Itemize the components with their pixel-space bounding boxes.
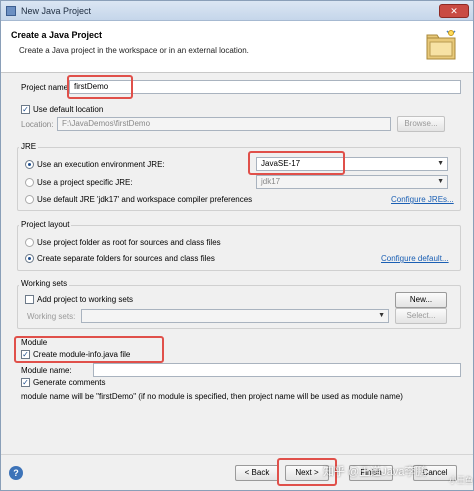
module-info-text: module name will be "firstDemo" (if no m… <box>21 392 403 401</box>
jre-specific-combo[interactable]: jdk17 ▼ <box>256 175 448 189</box>
location-label: Location: <box>21 120 54 129</box>
module-highlight <box>14 336 164 363</box>
project-layout-group <box>17 225 461 271</box>
jre-default-radio[interactable] <box>25 195 34 204</box>
wizard-description: Create a Java project in the workspace o… <box>19 46 249 55</box>
watermark-corner: 小王鱼 <box>449 476 473 485</box>
generate-comments-label: Generate comments <box>33 378 106 387</box>
use-default-location-checkbox[interactable]: ✓ <box>21 105 30 114</box>
project-name-highlight <box>67 75 133 99</box>
browse-button[interactable]: Browse... <box>397 116 445 132</box>
help-icon[interactable]: ? <box>9 466 23 480</box>
window-title: New Java Project <box>21 6 92 16</box>
dropdown-arrow-icon: ▼ <box>378 312 385 319</box>
eclipse-window-icon <box>6 6 16 16</box>
jre-specific-value: jdk17 <box>261 177 281 186</box>
layout-separate-label: Create separate folders for sources and … <box>37 254 215 263</box>
layout-separate-radio[interactable] <box>25 254 34 263</box>
use-default-location-label: Use default location <box>33 105 104 114</box>
add-to-working-sets-checkbox[interactable] <box>25 295 34 304</box>
layout-root-radio[interactable] <box>25 238 34 247</box>
dropdown-arrow-icon: ▼ <box>437 160 444 167</box>
project-layout-title: Project layout <box>19 220 72 229</box>
configure-default-link[interactable]: Configure default... <box>381 254 449 263</box>
new-working-set-button[interactable]: New... <box>395 292 447 308</box>
location-field[interactable]: F:\JavaDemos\firstDemo <box>57 117 391 131</box>
jre-default-label: Use default JRE 'jdk17' and workspace co… <box>37 195 253 204</box>
wizard-content: Project name: firstDemo ✓ Use default lo… <box>1 74 473 454</box>
working-sets-label: Working sets: <box>27 312 76 321</box>
module-name-label: Module name: <box>21 366 72 375</box>
dropdown-arrow-icon: ▼ <box>437 178 444 185</box>
title-bar: New Java Project ✕ <box>1 1 473 21</box>
back-button[interactable]: < Back <box>235 465 279 481</box>
module-name-field[interactable] <box>93 363 461 377</box>
layout-root-label: Use project folder as root for sources a… <box>37 238 221 247</box>
jre-specific-label: Use a project specific JRE: <box>37 178 133 187</box>
jre-exec-env-label: Use an execution environment JRE: <box>37 160 165 169</box>
generate-comments-checkbox[interactable]: ✓ <box>21 378 30 387</box>
close-button[interactable]: ✕ <box>439 4 469 18</box>
add-to-working-sets-label: Add project to working sets <box>37 295 134 304</box>
configure-jres-link[interactable]: Configure JREs... <box>391 195 454 204</box>
project-name-label: Project name: <box>21 83 71 92</box>
jre-section-title: JRE <box>19 142 39 151</box>
folder-new-project-icon <box>426 30 456 60</box>
jre-specific-radio[interactable] <box>25 178 34 187</box>
jre-highlight <box>248 151 345 175</box>
watermark-text: 知乎 @王道Java李鹏 <box>323 466 427 478</box>
working-sets-combo[interactable]: ▼ <box>81 309 389 323</box>
new-java-project-window: New Java Project ✕ Create a Java Project… <box>0 0 474 491</box>
wizard-banner: Create a Java Project Create a Java proj… <box>1 21 473 73</box>
wizard-title: Create a Java Project <box>11 30 103 40</box>
working-sets-title: Working sets <box>19 279 70 288</box>
jre-exec-env-radio[interactable] <box>25 160 34 169</box>
select-working-sets-button[interactable]: Select... <box>395 308 447 324</box>
